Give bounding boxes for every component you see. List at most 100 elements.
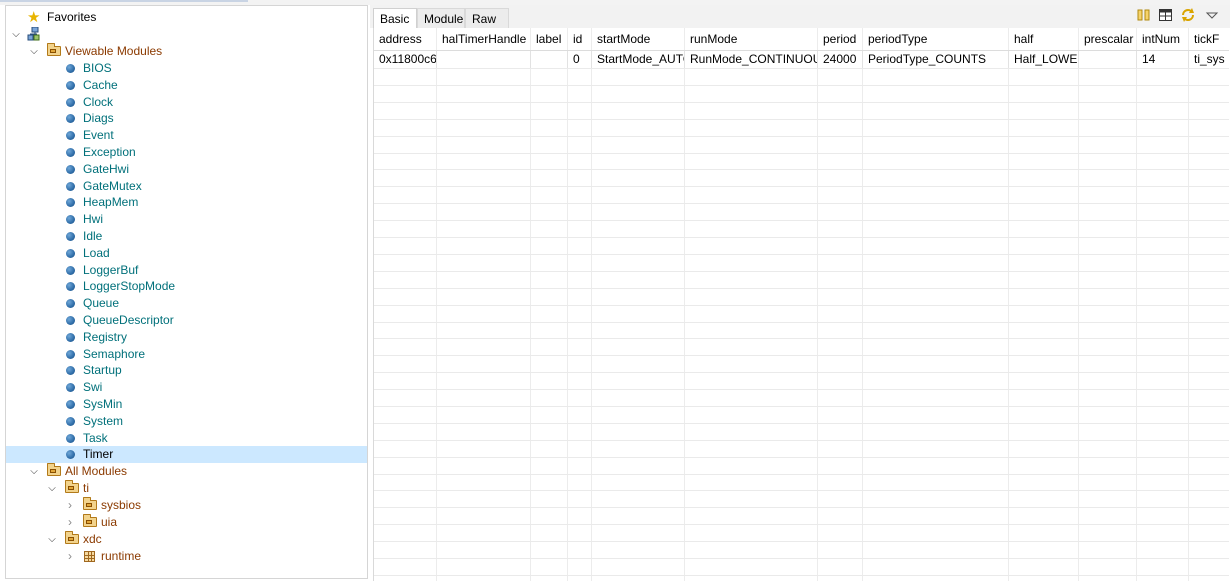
star-icon: ★ (27, 9, 41, 26)
tree-item-module[interactable]: System (6, 413, 367, 430)
tree-item-xdc[interactable]: ⌵ xdc (6, 531, 367, 548)
table-row-line (374, 474, 1229, 475)
target-connection-icon (27, 27, 40, 41)
table-view-icon[interactable] (1158, 7, 1174, 23)
module-bullet-icon (66, 114, 75, 124)
chevron-right-icon[interactable]: › (64, 497, 76, 514)
table-cell[interactable] (531, 51, 568, 68)
column-header[interactable]: period (818, 28, 863, 50)
column-header[interactable]: intNum (1137, 28, 1189, 50)
column-header[interactable]: halTimerHandle (437, 28, 531, 50)
tree-item-module[interactable]: Startup (6, 362, 367, 379)
column-header[interactable]: label (531, 28, 568, 50)
column-header[interactable]: runMode (685, 28, 818, 50)
column-header[interactable]: half (1009, 28, 1079, 50)
table-cell[interactable]: 0 (568, 51, 592, 68)
tree-item-label: BIOS (83, 61, 112, 75)
tree-item-module[interactable]: GateMutex (6, 178, 367, 195)
tree-item-module[interactable]: Cache (6, 77, 367, 94)
table-cell[interactable] (437, 51, 531, 68)
tree-item-module[interactable]: Swi (6, 379, 367, 396)
table-row-line (374, 102, 1229, 103)
tree-item-module[interactable]: Semaphore (6, 346, 367, 363)
column-header[interactable]: tickF (1189, 28, 1229, 50)
table-cell[interactable]: 14 (1137, 51, 1189, 68)
table-cell[interactable]: Half_LOWER (1009, 51, 1079, 68)
tree-item-root[interactable]: ⌵ (6, 26, 367, 43)
tree-item-module[interactable]: Clock (6, 94, 367, 111)
module-bullet-icon (66, 450, 75, 460)
tree-item-label: SysMin (83, 397, 123, 411)
chevron-down-icon[interactable]: ⌵ (10, 26, 22, 43)
tree-item-viewable-modules[interactable]: ⌵ Viewable Modules (6, 43, 367, 60)
tree-item-module[interactable]: Event (6, 127, 367, 144)
module-bullet-icon (66, 265, 75, 275)
refresh-icon[interactable] (1180, 7, 1196, 23)
table-row-line (374, 288, 1229, 289)
tree-item-sysbios[interactable]: › sysbios (6, 497, 367, 514)
module-bullet-icon (66, 97, 75, 107)
table-cell[interactable]: ti_sys (1189, 51, 1229, 68)
column-header[interactable]: address (374, 28, 437, 50)
module-bullet-icon (66, 164, 75, 174)
tree-item-module[interactable]: Diags (6, 110, 367, 127)
tree-item-label: Swi (83, 380, 103, 395)
tree-item-module[interactable]: Hwi (6, 211, 367, 228)
tab-basic[interactable]: Basic (373, 8, 417, 28)
view-menu-icon[interactable] (1204, 7, 1220, 23)
chevron-right-icon[interactable]: › (64, 514, 76, 531)
tab-raw[interactable]: Raw (465, 8, 509, 28)
view-tab-edge (0, 0, 248, 2)
tree-item-module[interactable]: GateHwi (6, 161, 367, 178)
tree-item-label: Hwi (83, 212, 103, 227)
tree-item-label: Clock (83, 94, 114, 109)
module-bullet-icon (66, 80, 75, 90)
table-cell[interactable]: PeriodType_COUNTS (863, 51, 1009, 68)
chevron-down-icon[interactable]: ⌵ (46, 531, 58, 548)
tree-item-module[interactable]: BIOS (6, 60, 367, 77)
table-cell[interactable]: StartMode_AUTO (592, 51, 685, 68)
columns-icon[interactable] (1136, 7, 1152, 23)
tree-item-module[interactable]: Exception (6, 144, 367, 161)
module-bullet-icon (66, 400, 75, 409)
tree-item-label: GateHwi (83, 161, 130, 176)
column-header[interactable]: id (568, 28, 592, 50)
tree-item-module[interactable]: Task (6, 430, 367, 447)
tree-item-module[interactable]: Idle (6, 228, 367, 245)
tree-item-module[interactable]: Registry (6, 329, 367, 346)
tree-item-module[interactable]: QueueDescriptor (6, 312, 367, 329)
tree-item-uia[interactable]: › uia (6, 514, 367, 531)
tree-item-label: sysbios (101, 498, 142, 512)
tree-item-module[interactable]: LoggerStopMode (6, 278, 367, 295)
chevron-down-icon[interactable]: ⌵ (46, 480, 58, 497)
chevron-down-icon[interactable]: ⌵ (28, 463, 40, 480)
tree-item-label: LoggerBuf (83, 262, 139, 277)
tree-item-module[interactable]: Queue (6, 295, 367, 312)
tree-item-module[interactable]: SysMin (6, 396, 367, 413)
tree-item-favorites[interactable]: ★ Favorites (6, 9, 367, 26)
table-row-line (374, 220, 1229, 221)
tree-item-module[interactable]: Load (6, 245, 367, 262)
table-row-line (374, 237, 1229, 238)
table-cell[interactable]: RunMode_CONTINUOUS (685, 51, 818, 68)
package-folder-icon (47, 43, 61, 56)
tree-item-module[interactable]: HeapMem (6, 194, 367, 211)
table-cell[interactable]: 0x11800c68 (374, 51, 437, 68)
chevron-down-icon[interactable]: ⌵ (28, 43, 40, 60)
tree-item-module[interactable]: Timer (6, 446, 367, 464)
tree-item-all-modules[interactable]: ⌵ All Modules (6, 463, 367, 480)
column-header[interactable]: startMode (592, 28, 685, 50)
tree-item-ti[interactable]: ⌵ ti (6, 480, 367, 497)
tree-item-label: Favorites (47, 10, 97, 24)
tab-module[interactable]: Module (417, 8, 465, 28)
tree-item-runtime[interactable]: › runtime (6, 548, 367, 565)
grid-package-icon (84, 551, 95, 562)
table-cell[interactable] (1079, 51, 1137, 68)
chevron-right-icon[interactable]: › (64, 548, 76, 565)
table-cell[interactable]: 24000 (818, 51, 863, 68)
tree-item-label: HeapMem (83, 195, 139, 210)
table-row-line (374, 440, 1229, 441)
tree-item-module[interactable]: LoggerBuf (6, 262, 367, 279)
column-header[interactable]: periodType (863, 28, 1009, 50)
column-header[interactable]: prescalar (1079, 28, 1137, 50)
